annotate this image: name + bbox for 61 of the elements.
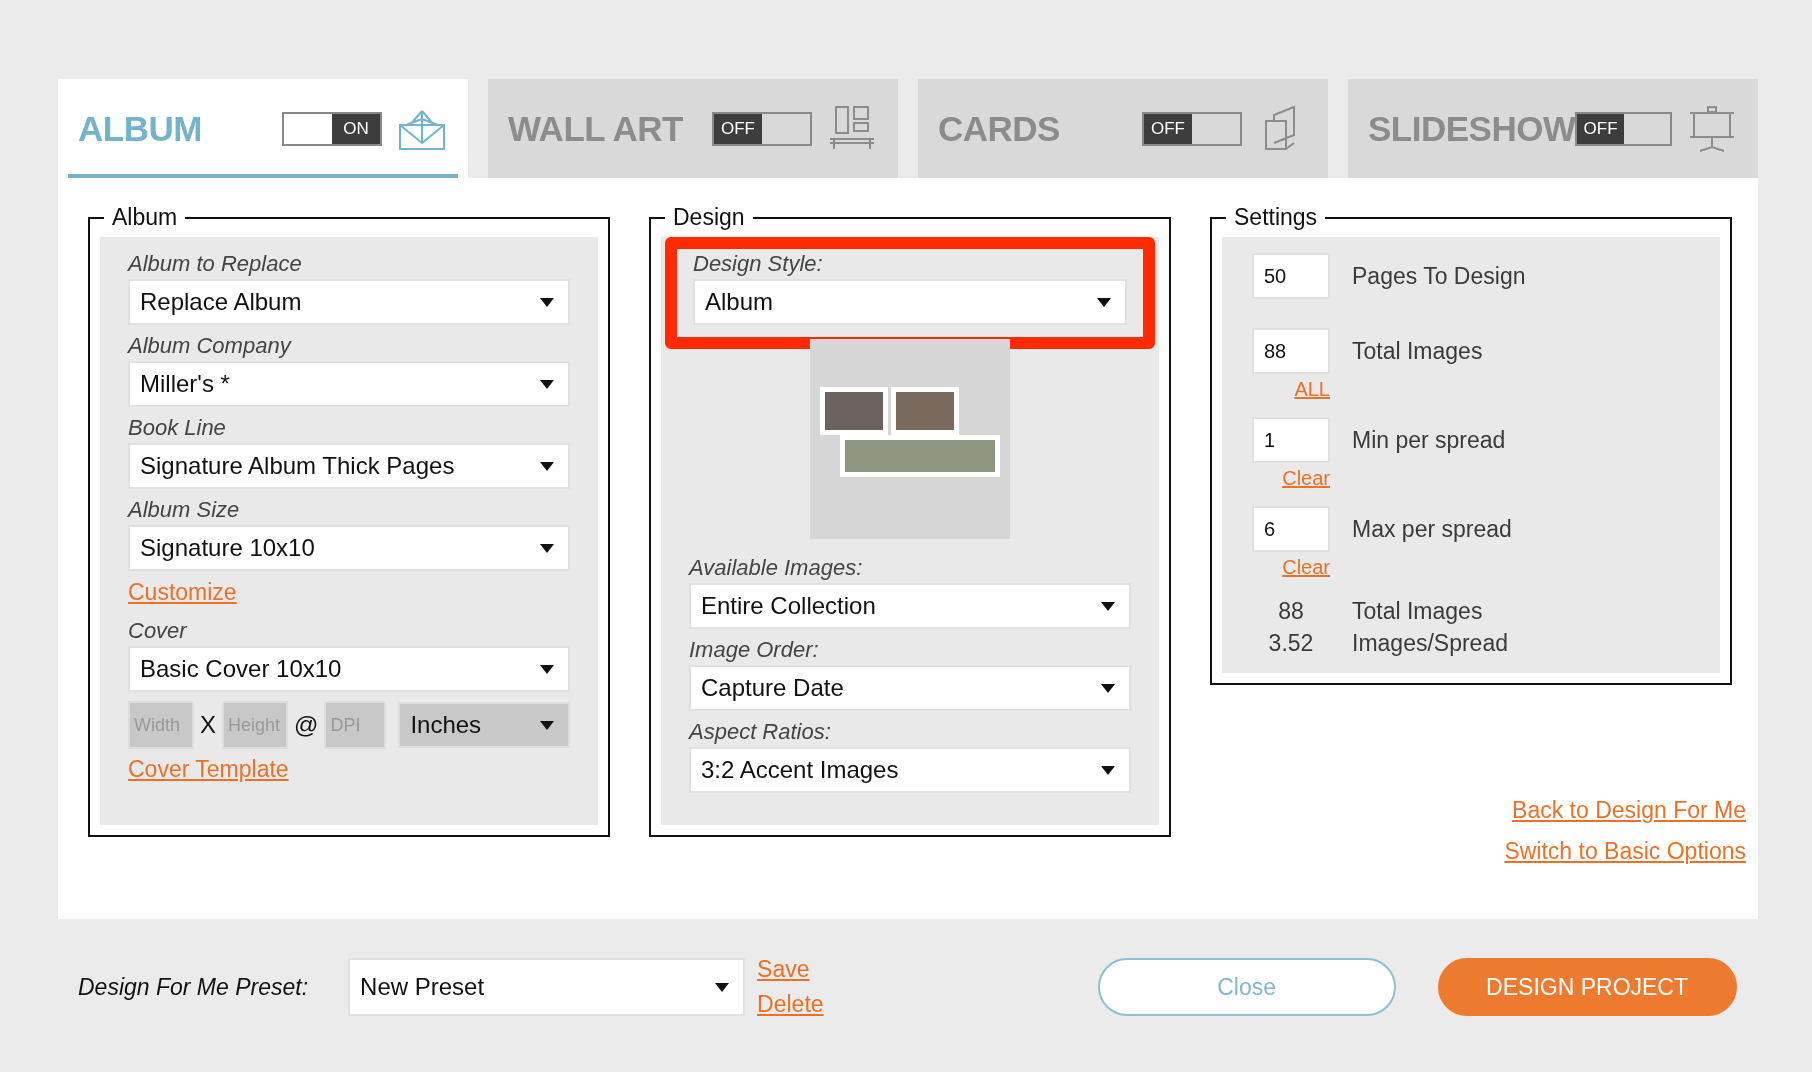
field-label: Image Order: [689,637,820,663]
setting-label: Min per spread [1352,426,1506,454]
field-label: Cover [128,618,189,644]
field-label: Album Size [128,497,241,523]
toggle-switch[interactable]: ON [282,111,382,146]
dropdown[interactable]: 3:2 Accent Images [689,747,1131,793]
number-input[interactable]: 1 [1252,417,1330,463]
caret-icon [540,720,554,730]
number-input[interactable]: 88 [1252,328,1330,374]
group-legend: Design [665,204,753,231]
toggle-switch[interactable]: OFF [1142,111,1242,146]
tab[interactable]: SLIDESHOW OFF [1348,79,1758,178]
preset-dropdown[interactable]: New Preset [348,958,746,1016]
tab[interactable]: CARDS OFF [918,79,1328,178]
dropdown[interactable]: Capture Date [689,665,1131,711]
summary-label: Total Images [1352,597,1483,625]
dropdown[interactable]: Basic Cover 10x10 [128,646,570,692]
tab-label: WALL ART [508,108,683,149]
dropdown[interactable]: Signature 10x10 [128,525,570,571]
unit-dropdown[interactable]: Inches [398,702,570,748]
at-sign: @ [293,711,320,739]
caret-icon [1097,297,1111,307]
caret-icon [540,297,554,307]
tab[interactable]: ALBUM ON [58,79,468,178]
field-label: Album Company [128,333,293,359]
dropdown[interactable]: Miller's * [128,361,570,407]
tab-label: ALBUM [78,108,202,149]
field-label: Album to Replace [128,251,303,277]
dropdown[interactable]: Album [693,279,1127,325]
caret-icon [540,379,554,389]
dropdown[interactable]: Entire Collection [689,583,1131,629]
setting-label: Pages To Design [1352,262,1526,290]
caret-icon [540,461,554,471]
number-input[interactable]: 50 [1252,253,1330,299]
dropdown[interactable]: Signature Album Thick Pages [128,443,570,489]
group-legend: Album [104,204,186,231]
field-label: Design Style: [693,251,824,277]
setting-label: Total Images [1352,337,1483,365]
toggle-switch[interactable]: OFF [1575,111,1672,146]
setting-label: Max per spread [1352,515,1512,543]
number-input[interactable]: 6 [1252,506,1330,552]
dropdown[interactable]: Replace Album [128,279,570,325]
tab-label: CARDS [938,108,1060,149]
field-label: Aspect Ratios: [689,719,832,745]
caret-icon [1101,683,1115,693]
field-label: Book Line [128,415,227,441]
summary-label: Images/Spread [1352,629,1508,657]
caret-icon [540,543,554,553]
preset-label: Design For Me Preset: [78,973,309,1001]
caret-icon [715,982,730,992]
caret-icon [540,664,554,674]
tab[interactable]: WALL ART OFF [488,79,898,178]
caret-icon [1101,601,1115,611]
summary-value: 3.52 [1267,629,1315,657]
field-label: Available Images: [689,555,864,581]
tab-label: SLIDESHOW [1368,108,1576,149]
times-sign: X [199,711,217,739]
caret-icon [1101,765,1115,775]
toggle-switch[interactable]: OFF [712,111,812,146]
group-legend: Settings [1226,204,1326,231]
summary-value: 88 [1277,597,1305,625]
